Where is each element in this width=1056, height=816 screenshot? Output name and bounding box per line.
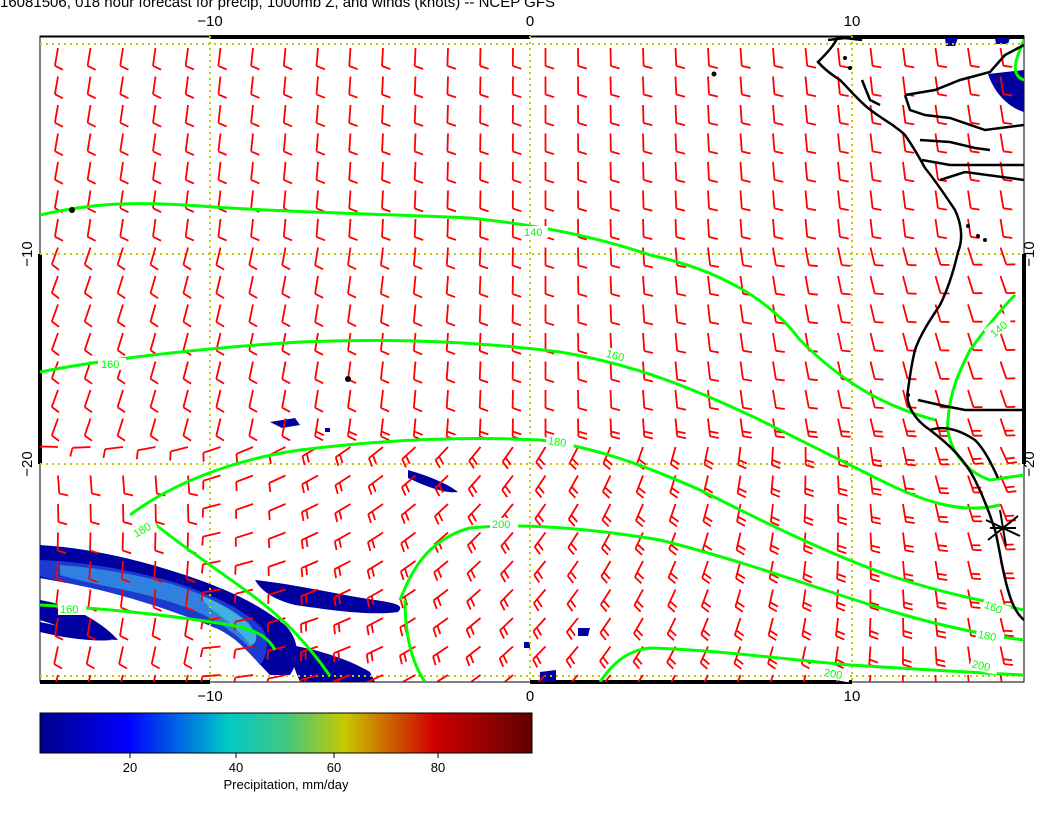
colorbar-tick: 80 [431,760,445,775]
lon-tick-label: 0 [526,13,534,30]
contour-label: 160 [60,604,78,616]
lat-tick-label: −10 [1021,241,1038,266]
colorbar-label: Precipitation, mm/day [224,777,349,792]
contour-label: 200 [492,519,510,531]
lon-tick-label: 10 [844,13,861,30]
lon-tick-label: −10 [197,688,222,705]
contour-label: 160 [101,359,119,371]
colorbar-tick: 20 [123,760,137,775]
lat-tick-label: −20 [19,451,36,476]
lat-tick-label: −20 [1021,451,1038,476]
colorbar-tick: 60 [327,760,341,775]
colorbar: 20 40 60 80 Precipitation, mm/day [39,712,533,792]
colorbar-gradient [39,712,533,754]
lon-tick-label: 0 [526,688,534,705]
contour-label: 180 [547,435,567,449]
contour-label: 140 [524,227,542,239]
forecast-map: 140 140 160 160 160 180 180 180 200 160 … [19,13,1038,792]
colorbar-tick: 40 [229,760,243,775]
lon-tick-label: −10 [197,13,222,30]
lat-tick-label: −10 [19,241,36,266]
lon-tick-label: 10 [844,688,861,705]
